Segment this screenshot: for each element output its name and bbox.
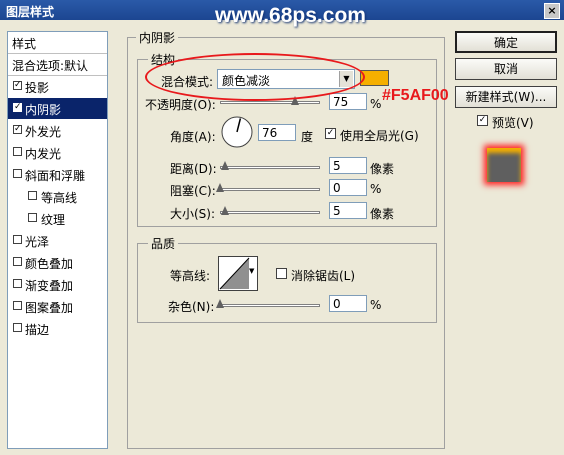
- noise-input[interactable]: 0: [329, 295, 367, 312]
- contour-picker[interactable]: ▼: [218, 256, 258, 291]
- ok-button[interactable]: 确定: [455, 31, 557, 53]
- sidebar-item-pattern-overlay[interactable]: 图案叠加: [8, 296, 107, 317]
- sidebar-item-contour[interactable]: 等高线: [8, 186, 107, 207]
- noise-unit: %: [370, 298, 382, 312]
- choke-unit: %: [370, 182, 382, 196]
- inner-glow-checkbox[interactable]: [13, 147, 22, 156]
- preview-checkbox[interactable]: ✓: [477, 115, 488, 126]
- satin-checkbox[interactable]: [13, 235, 22, 244]
- size-slider[interactable]: [220, 206, 320, 218]
- preview-swatch: [487, 148, 521, 182]
- title-bar: 图层样式 www.68ps.com ×: [0, 0, 564, 27]
- noise-slider[interactable]: [216, 299, 320, 311]
- close-icon[interactable]: ×: [544, 3, 560, 19]
- sidebar-item-bevel-emboss[interactable]: 斜面和浮雕: [8, 164, 107, 185]
- antialias-label: 消除锯齿(L): [291, 269, 356, 283]
- gradient-overlay-checkbox[interactable]: [13, 279, 22, 288]
- angle-dial[interactable]: [220, 115, 254, 149]
- watermark: www.68ps.com: [215, 4, 366, 27]
- cancel-button[interactable]: 取消: [455, 58, 557, 80]
- color-overlay-checkbox[interactable]: [13, 257, 22, 266]
- global-light-checkbox[interactable]: ✓: [325, 128, 336, 139]
- sidebar-item-gradient-overlay[interactable]: 渐变叠加: [8, 274, 107, 295]
- contour-chevron-icon[interactable]: ▼: [249, 267, 257, 275]
- choke-input[interactable]: 0: [329, 179, 367, 196]
- opacity-label: 不透明度(O):: [145, 98, 216, 112]
- sidebar-item-satin[interactable]: 光泽: [8, 230, 107, 251]
- sidebar-item-texture[interactable]: 纹理: [8, 208, 107, 229]
- distance-unit: 像素: [370, 162, 395, 176]
- noise-label: 杂色(N):: [168, 300, 215, 314]
- blend-options-item[interactable]: 混合选项:默认: [8, 54, 107, 76]
- angle-input[interactable]: 76: [258, 124, 296, 141]
- bevel-emboss-checkbox[interactable]: [13, 169, 22, 178]
- contour-checkbox[interactable]: [28, 191, 37, 200]
- angle-unit: 度: [301, 130, 314, 144]
- drop-shadow-checkbox[interactable]: ✓: [13, 81, 22, 90]
- distance-input[interactable]: 5: [329, 157, 367, 174]
- style-list-header[interactable]: 样式: [8, 32, 107, 54]
- choke-slider-thumb[interactable]: [216, 183, 224, 192]
- highlight-oval: [145, 53, 365, 101]
- noise-slider-thumb[interactable]: [216, 299, 224, 308]
- sidebar-item-drop-shadow[interactable]: ✓ 投影: [8, 76, 107, 97]
- color-hex-annotation: #F5AF00: [382, 87, 449, 104]
- size-slider-thumb[interactable]: [221, 206, 229, 215]
- angle-dial-icon: [221, 116, 253, 148]
- sidebar-item-color-overlay[interactable]: 颜色叠加: [8, 252, 107, 273]
- style-preview: [479, 139, 531, 191]
- pattern-overlay-checkbox[interactable]: [13, 301, 22, 310]
- opacity-input[interactable]: 75: [329, 93, 367, 110]
- distance-slider-thumb[interactable]: [221, 161, 229, 170]
- preview-label: 预览(V): [492, 116, 534, 130]
- distance-label: 距离(D):: [170, 162, 217, 176]
- window-title: 图层样式: [6, 5, 55, 19]
- size-label: 大小(S):: [170, 207, 216, 221]
- global-light-label: 使用全局光(G): [340, 129, 419, 143]
- choke-slider[interactable]: [216, 183, 320, 195]
- texture-checkbox[interactable]: [28, 213, 37, 222]
- inner-shadow-checkbox[interactable]: ✓: [13, 103, 22, 112]
- quality-title: 品质: [148, 235, 179, 252]
- contour-label: 等高线:: [170, 269, 211, 283]
- stroke-checkbox[interactable]: [13, 323, 22, 332]
- size-unit: 像素: [370, 207, 395, 221]
- choke-label: 阻塞(C):: [170, 184, 216, 198]
- sidebar-item-stroke[interactable]: 描边: [8, 318, 107, 339]
- inner-shadow-title: 内阴影: [136, 29, 179, 46]
- new-style-button[interactable]: 新建样式(W)...: [455, 86, 557, 108]
- sidebar-item-inner-shadow[interactable]: ✓ 内阴影: [8, 98, 107, 119]
- sidebar-item-outer-glow[interactable]: ✓ 外发光: [8, 120, 107, 141]
- opacity-unit: %: [370, 97, 382, 111]
- size-input[interactable]: 5: [329, 202, 367, 219]
- antialias-checkbox[interactable]: [276, 268, 287, 279]
- style-list: 样式 混合选项:默认 ✓ 投影 ✓ 内阴影 ✓ 外发光 内发光 斜面和浮雕 等高…: [7, 31, 108, 449]
- outer-glow-checkbox[interactable]: ✓: [13, 125, 22, 134]
- angle-label: 角度(A):: [170, 130, 216, 144]
- distance-slider[interactable]: [220, 161, 320, 173]
- sidebar-item-inner-glow[interactable]: 内发光: [8, 142, 107, 163]
